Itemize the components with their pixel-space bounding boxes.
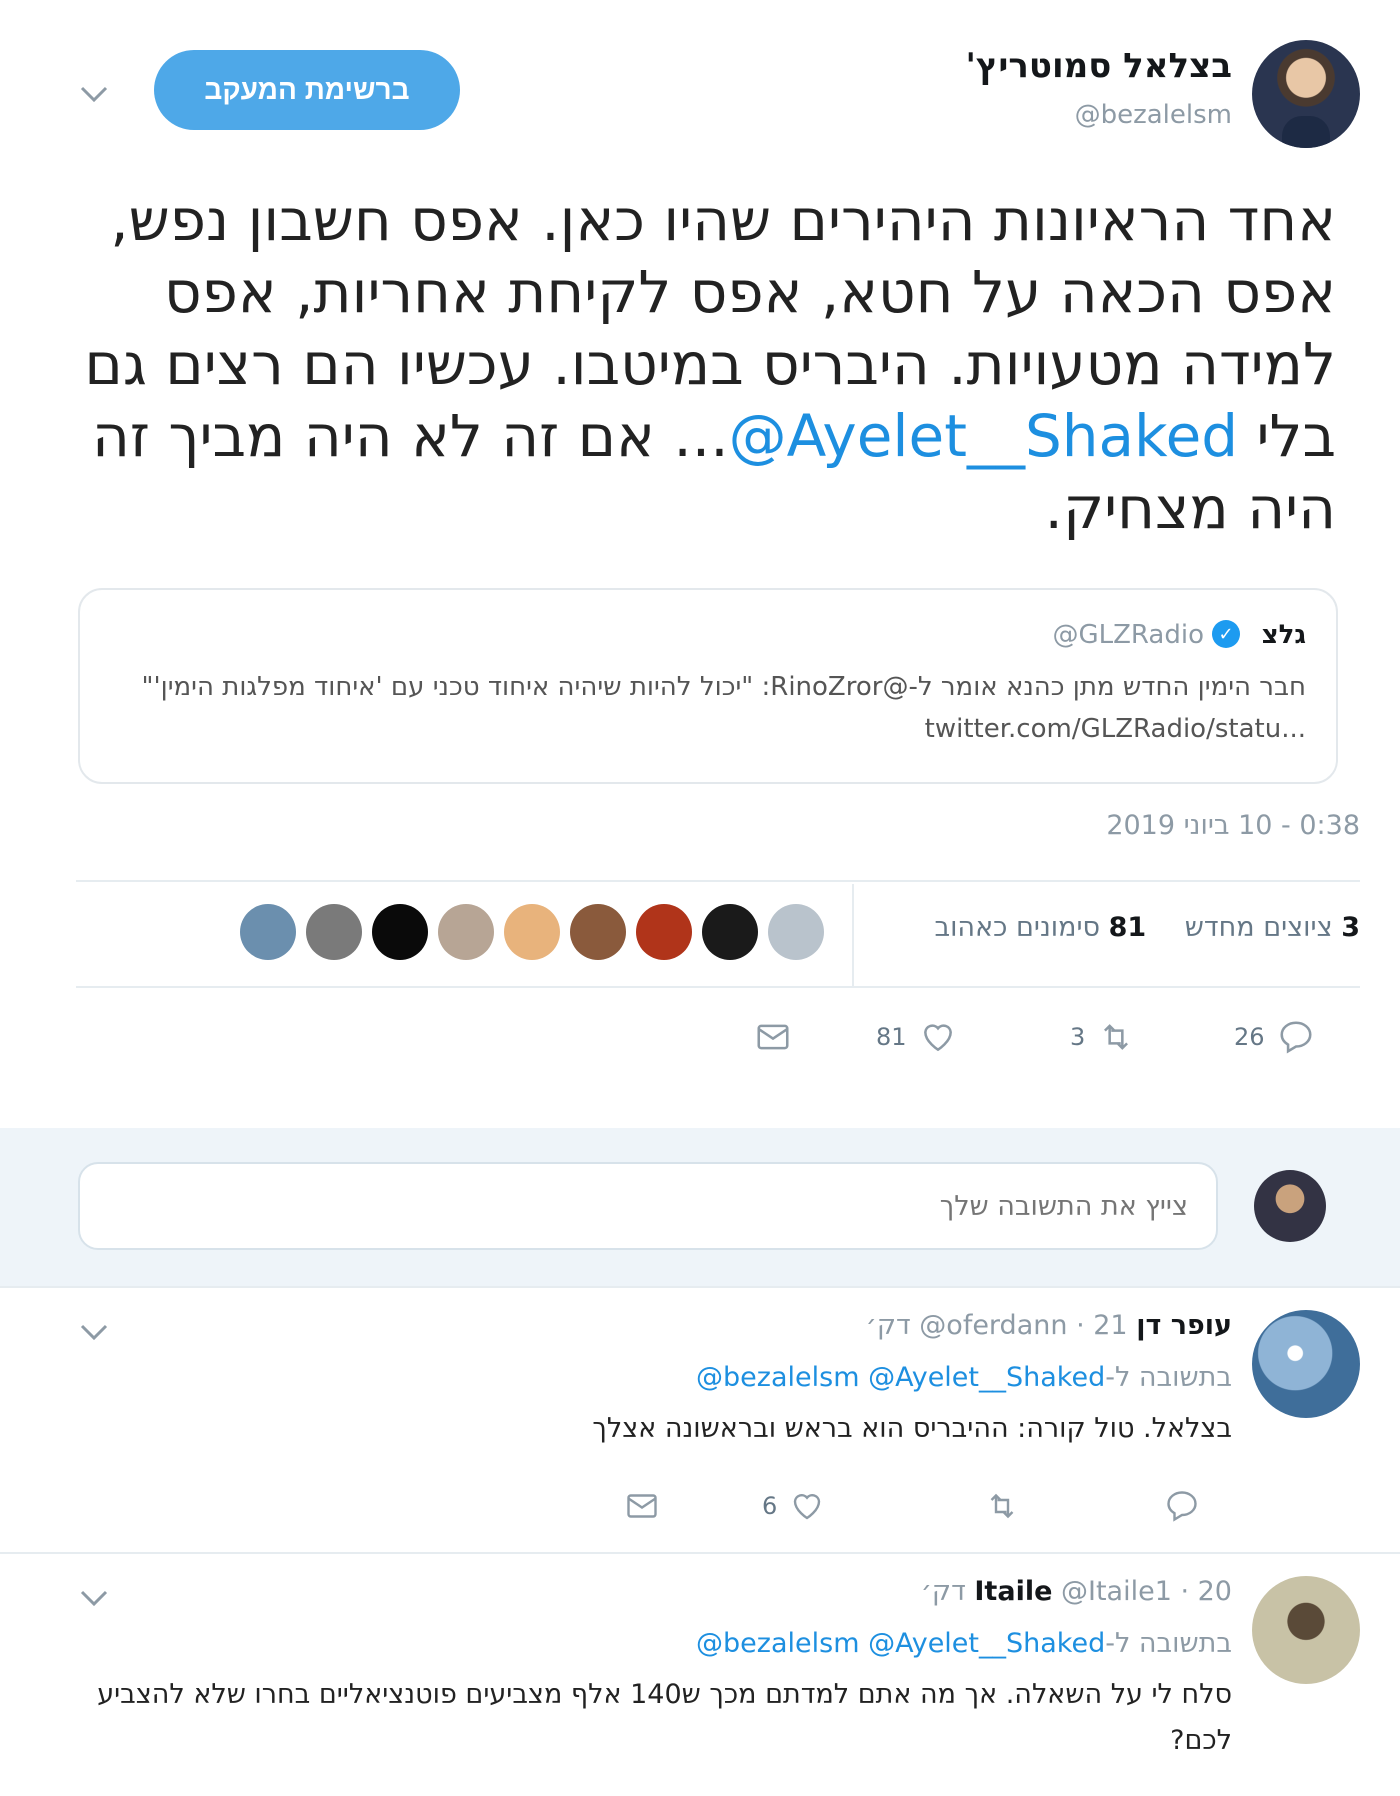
- reply-tweet[interactable]: Itaile @Itaile1 · 20 דק׳ בתשובה ל-@bezal…: [0, 1554, 1400, 1796]
- liker-avatar[interactable]: [702, 904, 758, 960]
- reply-header: עופר דן @oferdann · 21 דק׳: [866, 1310, 1232, 1341]
- retweet-count: 3: [1070, 1023, 1086, 1051]
- author-handle[interactable]: @bezalelsm: [1075, 100, 1232, 130]
- verified-badge-icon: ✓: [1212, 620, 1240, 648]
- in-reply-mentions[interactable]: @bezalelsm @Ayelet__Shaked: [696, 1362, 1105, 1393]
- liker-avatar[interactable]: [570, 904, 626, 960]
- reply-icon: [1167, 1491, 1197, 1522]
- in-reply-label: בתשובה ל-: [1105, 1362, 1232, 1393]
- quoted-author-name: גלצ: [1261, 620, 1306, 650]
- envelope-icon: [627, 1494, 657, 1518]
- like-count: 6: [762, 1492, 778, 1520]
- in-reply-label: בתשובה ל-: [1105, 1628, 1232, 1659]
- tweet-text: אחד הראיונות היהירים שהיו כאן. אפס חשבון…: [76, 184, 1336, 544]
- reply-text: בצלאל. טול קורה: ההיבריס הוא בראש ובראשו…: [592, 1413, 1232, 1444]
- author-name[interactable]: בצלאל סמוטריץ': [965, 46, 1232, 86]
- quoted-author-handle: @GLZRadio: [1052, 620, 1204, 650]
- chevron-down-icon[interactable]: [76, 76, 112, 112]
- divider: [76, 986, 1360, 988]
- reply-header: Itaile @Itaile1 · 20 דק׳: [921, 1576, 1232, 1607]
- chevron-down-icon[interactable]: [76, 1580, 112, 1616]
- tweet-stats: 3 ציוצים מחדש 81 סימונים כאהוב: [904, 912, 1360, 943]
- in-reply-mentions[interactable]: @bezalelsm @Ayelet__Shaked: [696, 1628, 1105, 1659]
- divider: [76, 880, 1360, 882]
- divider: [852, 884, 854, 986]
- current-user-avatar: [1254, 1170, 1326, 1242]
- quoted-tweet[interactable]: גלצ ✓ @GLZRadio חבר הימין החדש מתן כהנא …: [78, 588, 1338, 784]
- reply-count: 26: [1234, 1023, 1265, 1051]
- liker-avatar[interactable]: [438, 904, 494, 960]
- tweet-timestamp[interactable]: 0:38 - 10 ביוני 2019: [1106, 810, 1360, 841]
- retweet-icon: [990, 1493, 1014, 1519]
- chevron-down-icon[interactable]: [76, 1314, 112, 1350]
- reply-author-handle[interactable]: @Itaile1: [1061, 1576, 1172, 1607]
- mention-link[interactable]: @Ayelet__Shaked: [729, 402, 1238, 470]
- direct-message-action[interactable]: [624, 1488, 660, 1524]
- likes-stat[interactable]: 81 סימונים כאהוב: [934, 912, 1146, 943]
- main-tweet: בצלאל סמוטריץ' @bezalelsm ברשימת המעקב א…: [0, 0, 1400, 1128]
- reply-author-handle[interactable]: @oferdann: [919, 1310, 1067, 1341]
- retweet-icon: [1104, 1024, 1129, 1050]
- retweets-stat[interactable]: 3 ציוצים מחדש: [1185, 912, 1360, 943]
- quoted-tweet-text: חבר הימין החדש מתן כהנא אומר ל-@RinoZror…: [141, 672, 1307, 744]
- like-action[interactable]: 81: [876, 1018, 957, 1056]
- reply-author-name[interactable]: Itaile: [974, 1576, 1052, 1607]
- reply-avatar[interactable]: [1252, 1576, 1360, 1684]
- retweets-label: ציוצים מחדש: [1184, 912, 1333, 943]
- retweet-action[interactable]: 3: [1070, 1018, 1135, 1056]
- liker-avatar[interactable]: [768, 904, 824, 960]
- heart-icon: [794, 1494, 821, 1520]
- liker-avatar[interactable]: [240, 904, 296, 960]
- likes-count: 81: [1108, 912, 1147, 943]
- in-reply-to: בתשובה ל-@bezalelsm @Ayelet__Shaked: [696, 1362, 1232, 1393]
- direct-message-action[interactable]: [754, 1018, 792, 1056]
- following-button[interactable]: ברשימת המעקב: [154, 50, 460, 130]
- author-avatar[interactable]: [1252, 40, 1360, 148]
- in-reply-to: בתשובה ל-@bezalelsm @Ayelet__Shaked: [696, 1628, 1232, 1659]
- liker-avatar[interactable]: [504, 904, 560, 960]
- like-count: 81: [876, 1023, 907, 1051]
- liker-avatar[interactable]: [636, 904, 692, 960]
- reply-action[interactable]: 26: [1234, 1018, 1315, 1056]
- reply-input[interactable]: [78, 1162, 1218, 1250]
- reply-tweet[interactable]: עופר דן @oferdann · 21 דק׳ בתשובה ל-@bez…: [0, 1288, 1400, 1552]
- reply-action[interactable]: [1164, 1488, 1200, 1524]
- envelope-icon: [757, 1024, 789, 1050]
- heart-icon: [923, 1024, 952, 1052]
- reply-icon: [1280, 1021, 1312, 1054]
- liker-avatar[interactable]: [306, 904, 362, 960]
- liker-avatar[interactable]: [372, 904, 428, 960]
- likers-avatars: [240, 904, 830, 966]
- reply-author-name[interactable]: עופר דן: [1136, 1310, 1232, 1341]
- retweet-action[interactable]: [984, 1488, 1020, 1524]
- like-action[interactable]: 6: [762, 1488, 825, 1524]
- reply-text: סלח לי על השאלה. אך מה אתם למדתם מכך ש14…: [97, 1679, 1232, 1756]
- reply-avatar[interactable]: [1252, 1310, 1360, 1418]
- retweets-count: 3: [1341, 912, 1360, 943]
- likes-label: סימונים כאהוב: [934, 912, 1101, 943]
